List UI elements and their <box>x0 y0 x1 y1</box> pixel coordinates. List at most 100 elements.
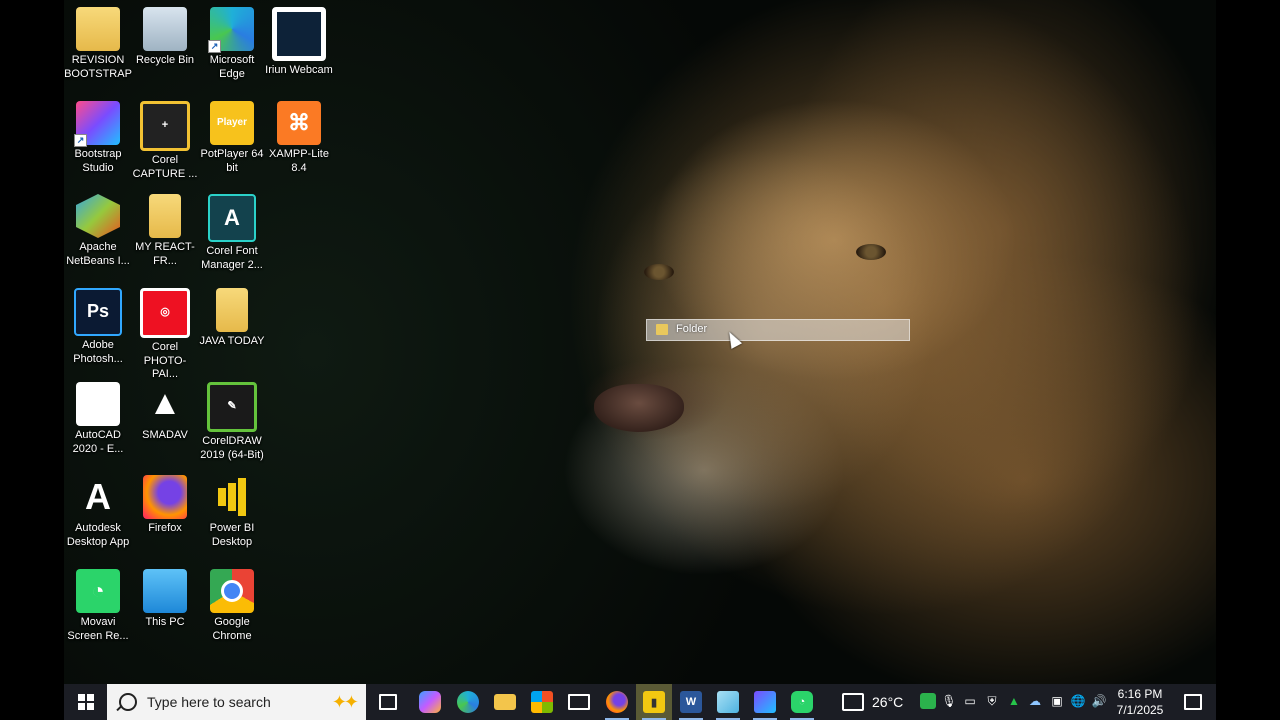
folder-icon <box>216 288 248 332</box>
firefox-icon <box>606 691 628 713</box>
taskbar-mail[interactable] <box>561 684 597 720</box>
desktop-icon-bootstrap-studio[interactable]: ↗ Bootstrap Studio <box>64 94 132 184</box>
network-icon[interactable]: 🌐 <box>1070 693 1086 709</box>
icon-label: AutoCAD 2020 - E... <box>72 429 124 455</box>
edge-icon: ↗ <box>208 7 254 53</box>
desktop-icon-corel-font-manager[interactable]: A Corel Font Manager 2... <box>198 187 266 277</box>
smadav-tray-icon[interactable]: ▲ <box>1006 693 1022 709</box>
letterbox-right <box>1216 0 1280 720</box>
taskbar-copilot[interactable] <box>412 684 448 720</box>
desktop-icon-smadav[interactable]: ▲ SMADAV <box>131 375 199 465</box>
photoshop-icon: Ps <box>74 288 122 336</box>
desktop-icon-coreldraw[interactable]: ✎ CorelDRAW 2019 (64-Bit) <box>198 375 266 465</box>
icon-label: Corel CAPTURE ... <box>132 154 198 180</box>
taskbar-powerbi[interactable]: ▮ <box>636 684 672 720</box>
powerbi-icon <box>210 475 254 519</box>
shortcut-arrow-icon: ↗ <box>74 134 87 147</box>
file-explorer-icon <box>494 694 516 710</box>
desktop-icon-autodesk[interactable]: A Autodesk Desktop App <box>64 468 132 558</box>
battery-icon[interactable]: ▭ <box>962 693 978 709</box>
camera-icon[interactable]: ▣ <box>1049 693 1065 709</box>
desktop-icon-chrome[interactable]: Google Chrome <box>198 562 266 652</box>
icon-label: Adobe Photosh... <box>73 339 123 365</box>
this-pc-icon <box>143 569 187 613</box>
corel-photo-paint-icon: ◎ <box>140 288 190 338</box>
icon-label: JAVA TODAY <box>199 335 265 347</box>
taskbar-edge[interactable] <box>450 684 486 720</box>
wallpaper-lion <box>534 0 1216 684</box>
lion-eye <box>856 244 886 260</box>
firefox-icon <box>143 475 187 519</box>
drag-ghost-folder: Folder <box>646 319 910 341</box>
search-icon <box>119 693 137 711</box>
taskbar-firefox[interactable] <box>599 684 635 720</box>
folder-icon <box>656 324 668 335</box>
microphone-icon[interactable]: 🎙 <box>941 693 957 709</box>
weather-widget[interactable]: 26°C <box>842 684 903 720</box>
word-icon: W <box>680 691 702 713</box>
notification-center-button[interactable] <box>1176 684 1210 720</box>
taskbar-file-explorer[interactable] <box>487 684 523 720</box>
volume-icon[interactable]: 🔊 <box>1091 693 1107 709</box>
taskbar-store[interactable] <box>524 684 560 720</box>
desktop-icon-revision-bootstrap[interactable]: REVISION BOOTSTRAP <box>64 0 132 90</box>
desktop-icon-potplayer[interactable]: Player PotPlayer 64 bit <box>198 94 266 184</box>
desktop-icon-my-react[interactable]: MY REACT-FR... <box>131 187 199 277</box>
icon-label: Iriun Webcam <box>265 64 333 76</box>
desktop-icon-autocad[interactable]: A AutoCAD 2020 - E... <box>64 375 132 465</box>
taskbar-movavi[interactable]: ◔ <box>784 684 820 720</box>
icon-label: XAMPP-Lite 8.4 <box>269 148 329 174</box>
icon-label: MY REACT-FR... <box>135 241 195 267</box>
potplayer-icon: Player <box>210 101 254 145</box>
desktop-icon-powerbi[interactable]: Power BI Desktop <box>198 468 266 558</box>
chrome-folder-icon <box>76 7 120 51</box>
task-view-icon <box>379 694 397 710</box>
autocad-icon: A <box>76 382 120 426</box>
icon-label: Microsoft Edge <box>209 54 255 80</box>
desktop[interactable]: REVISION BOOTSTRAP ↗ Bootstrap Studio Ap… <box>64 0 1216 684</box>
icon-label: Apache NetBeans I... <box>66 241 130 267</box>
smadav-icon: ▲ <box>148 384 182 423</box>
movavi-icon: ◔ <box>791 691 813 713</box>
security-icon[interactable]: ⛨ <box>984 693 1000 709</box>
notepad-icon <box>717 691 739 713</box>
chrome-icon <box>210 569 254 613</box>
task-view-button[interactable] <box>370 684 406 720</box>
icon-label: REVISION BOOTSTRAP <box>64 54 132 80</box>
taskbar-bootstrap-studio[interactable] <box>747 684 783 720</box>
desktop-icon-java-today[interactable]: JAVA TODAY <box>198 281 266 371</box>
desktop-icon-this-pc[interactable]: This PC <box>131 562 199 652</box>
taskbar-word[interactable]: W <box>673 684 709 720</box>
notification-icon <box>1184 694 1202 710</box>
weather-temperature: 26°C <box>872 694 904 710</box>
mail-icon <box>568 694 590 710</box>
icon-label: This PC <box>145 616 185 628</box>
desktop-icon-xampp[interactable]: ⌘ XAMPP-Lite 8.4 <box>265 94 333 184</box>
powerbi-icon: ▮ <box>643 691 665 713</box>
news-weather-icon <box>842 693 864 711</box>
desktop-icon-edge[interactable]: ↗ Microsoft Edge <box>198 0 266 90</box>
desktop-icon-firefox[interactable]: Firefox <box>131 468 199 558</box>
drag-label: Folder <box>676 323 708 335</box>
search-box[interactable]: Type here to search ✦✦ <box>107 684 366 720</box>
tray-app-icon[interactable] <box>920 693 936 709</box>
clock[interactable]: 6:16 PM 7/1/2025 <box>1110 686 1170 718</box>
netbeans-icon <box>76 194 120 238</box>
start-button[interactable] <box>64 684 107 720</box>
desktop-icon-recycle-bin[interactable]: Recycle Bin <box>131 0 199 90</box>
desktop-icon-iriun[interactable]: Iriun Webcam <box>265 0 333 90</box>
icon-label: Corel Font Manager 2... <box>201 245 263 271</box>
icon-label: CorelDRAW 2019 (64-Bit) <box>200 435 264 461</box>
desktop-icon-corel-photo-paint[interactable]: ◎ Corel PHOTO-PAI... <box>131 281 199 380</box>
desktop-icon-netbeans[interactable]: Apache NetBeans I... <box>64 187 132 277</box>
icon-label: Power BI Desktop <box>209 522 255 548</box>
desktop-icon-movavi[interactable]: ◔ Movavi Screen Re... <box>64 562 132 652</box>
desktop-icon-corel-capture[interactable]: + Corel CAPTURE ... <box>131 94 199 184</box>
icon-label: Firefox <box>148 522 182 534</box>
desktop-icon-photoshop[interactable]: Ps Adobe Photosh... <box>64 281 132 371</box>
icon-label: SMADAV <box>142 429 188 441</box>
onedrive-icon[interactable]: ☁ <box>1027 693 1043 709</box>
autodesk-icon: A <box>85 476 111 518</box>
icon-label: Recycle Bin <box>135 54 195 66</box>
taskbar-notepad[interactable] <box>710 684 746 720</box>
